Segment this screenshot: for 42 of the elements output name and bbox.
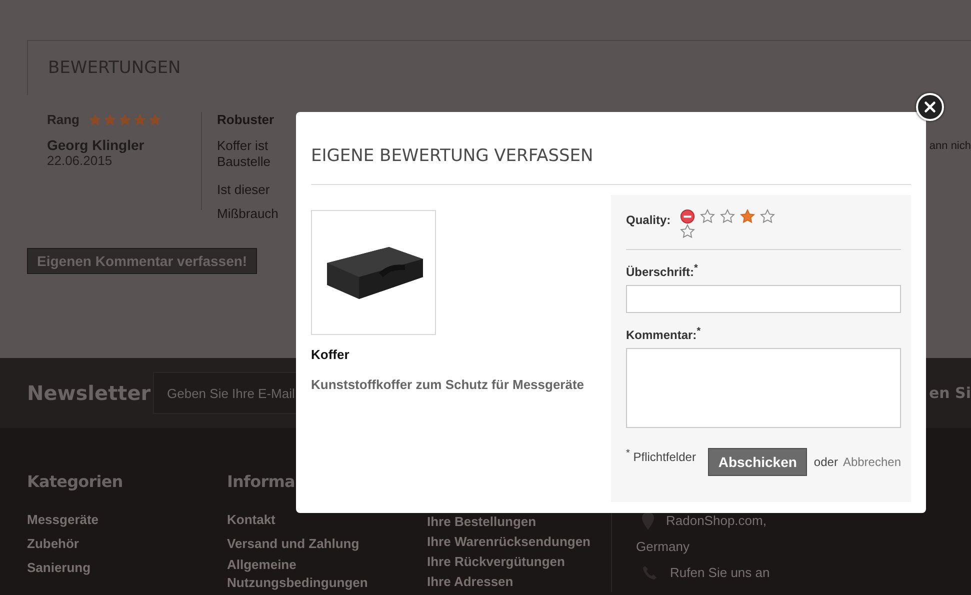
footer-heading: Kategorien (27, 472, 124, 493)
footer-heading: Informa (227, 472, 296, 493)
quality-label: Quality: (626, 212, 672, 227)
rating-star-icon[interactable] (760, 209, 775, 224)
footer-link[interactable]: Ihre Bestellungen (427, 512, 607, 532)
location-pin-icon (642, 512, 654, 530)
rating-star-icon[interactable] (740, 209, 755, 224)
footer-link[interactable]: Ihre Warenrücksendungen (427, 532, 607, 552)
submit-button[interactable]: Abschicken (708, 448, 807, 476)
field-label: Überschrift:$^{*}$ (626, 263, 699, 279)
product-name: Koffer (311, 347, 350, 362)
comment-field[interactable] (626, 348, 901, 428)
footer-link[interactable]: Allgemeine Nutzungsbedingungen (227, 556, 407, 592)
review-author: Georg Klingler (47, 137, 146, 153)
review-title: Robuster (217, 112, 274, 128)
required-note: $^{*}$ Pflichtfelder (626, 448, 697, 464)
footer-link[interactable]: Ihre Rückvergütungen (427, 552, 607, 572)
clear-rating-icon[interactable] (680, 209, 695, 224)
or-text: oder (814, 455, 838, 469)
title-field[interactable] (626, 285, 901, 313)
rating-star-icon[interactable] (680, 224, 695, 239)
address-text: Germany (636, 538, 690, 556)
helpful-question: Ist dieser (217, 182, 270, 198)
address-text: RadonShop.com, (666, 512, 766, 530)
footer-link[interactable]: Messgeräte (27, 508, 207, 532)
footer-link[interactable]: Versand und Zahlung (227, 532, 407, 556)
field-label: Kommentar:$^{*}$ (626, 326, 702, 342)
footer-link[interactable]: Ihre Adressen (427, 572, 607, 592)
review-text: Baustelle (217, 154, 270, 170)
review-text: ann nich (929, 140, 971, 152)
dialog-title: EIGENE BEWERTUNG VERFASSEN (311, 146, 594, 168)
newsletter-title: Newsletter (27, 381, 152, 405)
cancel-link[interactable]: Abbrechen (842, 455, 901, 469)
phone-text: Rufen Sie uns an (670, 564, 770, 582)
rating-star-icon[interactable] (720, 209, 735, 224)
newsletter-text: en Si (928, 384, 971, 402)
write-review-button[interactable]: Eigenen Kommentar verfassen! (27, 248, 258, 274)
footer-link[interactable]: Sanierung (27, 556, 207, 580)
rating-star-icon[interactable] (700, 209, 715, 224)
footer-link[interactable]: Zubehör (27, 532, 207, 556)
review-text: Koffer ist (217, 138, 268, 154)
report-link[interactable]: Mißbrauch (217, 206, 278, 222)
